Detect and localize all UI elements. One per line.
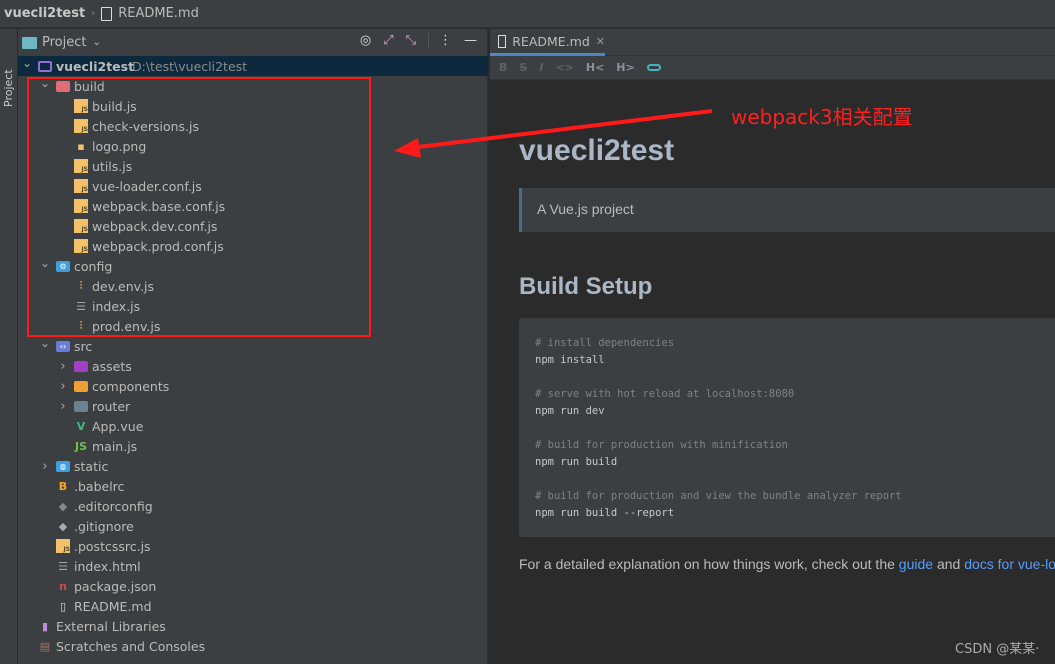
annotation-text: webpack3相关配置 — [731, 105, 913, 129]
arrow-line — [409, 109, 713, 150]
watermark: CSDN @某某· — [955, 642, 1040, 657]
arrow-head — [394, 138, 421, 158]
annotation-arrow — [394, 109, 713, 158]
